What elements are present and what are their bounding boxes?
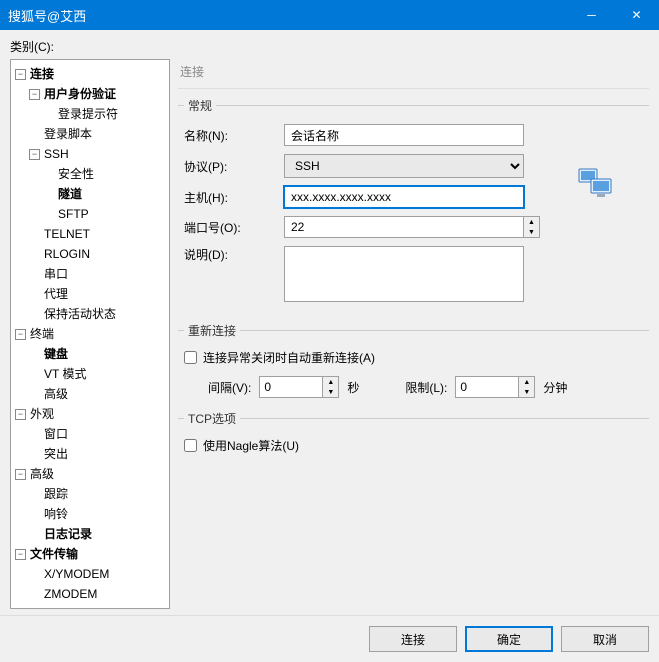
tree-security[interactable]: 安全性: [58, 164, 94, 184]
tree-vt-mode[interactable]: VT 模式: [44, 364, 86, 384]
interval-label: 间隔(V):: [208, 379, 251, 396]
tree-keep-alive[interactable]: 保持活动状态: [44, 304, 116, 324]
desc-label: 说明(D):: [184, 246, 284, 263]
tree-advanced[interactable]: 高级: [30, 464, 54, 484]
tree-advanced-term[interactable]: 高级: [44, 384, 68, 404]
spin-down-icon[interactable]: ▼: [323, 387, 338, 397]
interval-input[interactable]: [259, 376, 323, 398]
tree-keyboard[interactable]: 键盘: [44, 344, 68, 364]
computers-icon: [577, 167, 613, 202]
tcp-group: TCP选项 使用Nagle算法(U): [178, 410, 649, 470]
general-group: 常规 名称(N): 协议(P): SSH 主机(H): 端口号(O):: [178, 97, 649, 316]
port-label: 端口号(O):: [184, 219, 284, 236]
spin-up-icon[interactable]: ▲: [323, 377, 338, 387]
tree-login-prompt[interactable]: 登录提示符: [58, 104, 118, 124]
category-tree[interactable]: −连接 −用户身份验证 登录提示符 登录脚本 −SSH 安全性: [10, 59, 170, 609]
tree-rlogin[interactable]: RLOGIN: [44, 244, 90, 264]
collapse-icon[interactable]: −: [15, 69, 26, 80]
auto-reconnect-checkbox[interactable]: [184, 351, 197, 364]
collapse-icon[interactable]: −: [15, 469, 26, 480]
reconnect-group: 重新连接 连接异常关闭时自动重新连接(A) 间隔(V): ▲▼ 秒 限制(L):: [178, 322, 649, 404]
protocol-label: 协议(P):: [184, 158, 284, 175]
tree-connection[interactable]: 连接: [30, 64, 54, 84]
spin-up-icon[interactable]: ▲: [519, 377, 534, 387]
titlebar: 搜狐号@艾西 ─ ✕: [0, 0, 659, 30]
category-label: 类别(C):: [0, 30, 659, 59]
nagle-checkbox[interactable]: [184, 439, 197, 452]
cancel-button[interactable]: 取消: [561, 626, 649, 652]
breadcrumb: 连接: [178, 59, 649, 89]
collapse-icon[interactable]: −: [15, 409, 26, 420]
tree-xymodem[interactable]: X/YMODEM: [44, 564, 109, 584]
collapse-icon[interactable]: −: [29, 89, 40, 100]
tree-user-auth[interactable]: 用户身份验证: [44, 84, 116, 104]
tree-telnet[interactable]: TELNET: [44, 224, 90, 244]
host-label: 主机(H):: [184, 189, 284, 206]
tree-trace[interactable]: 跟踪: [44, 484, 68, 504]
tree-appearance[interactable]: 外观: [30, 404, 54, 424]
window-title: 搜狐号@艾西: [8, 6, 569, 25]
tree-log[interactable]: 日志记录: [44, 524, 92, 544]
tree-sftp[interactable]: SFTP: [58, 204, 89, 224]
dialog-footer: 连接 确定 取消: [0, 615, 659, 662]
limit-label: 限制(L):: [405, 379, 447, 396]
min-label: 分钟: [543, 379, 567, 396]
tree-login-script[interactable]: 登录脚本: [44, 124, 92, 144]
tree-tunnel[interactable]: 隧道: [58, 184, 82, 204]
connect-button[interactable]: 连接: [369, 626, 457, 652]
spin-down-icon[interactable]: ▼: [524, 227, 539, 237]
spin-up-icon[interactable]: ▲: [524, 217, 539, 227]
collapse-icon[interactable]: −: [29, 149, 40, 160]
tree-file-transfer[interactable]: 文件传输: [30, 544, 78, 564]
spin-down-icon[interactable]: ▼: [519, 387, 534, 397]
protocol-select[interactable]: SSH: [284, 154, 524, 178]
ok-button[interactable]: 确定: [465, 626, 553, 652]
general-legend: 常规: [184, 97, 216, 114]
minimize-button[interactable]: ─: [569, 0, 614, 30]
tree-ssh[interactable]: SSH: [44, 144, 69, 164]
tree-window[interactable]: 窗口: [44, 424, 68, 444]
tcp-legend: TCP选项: [184, 410, 240, 427]
close-button[interactable]: ✕: [614, 0, 659, 30]
desc-textarea[interactable]: [284, 246, 524, 302]
tree-serial[interactable]: 串口: [44, 264, 68, 284]
reconnect-legend: 重新连接: [184, 322, 240, 339]
port-input[interactable]: [284, 216, 524, 238]
limit-input[interactable]: [455, 376, 519, 398]
collapse-icon[interactable]: −: [15, 549, 26, 560]
name-input[interactable]: [284, 124, 524, 146]
nagle-label: 使用Nagle算法(U): [203, 437, 299, 454]
tree-highlight[interactable]: 突出: [44, 444, 68, 464]
tree-terminal[interactable]: 终端: [30, 324, 54, 344]
sec-label: 秒: [347, 379, 359, 396]
tree-zmodem[interactable]: ZMODEM: [44, 584, 97, 604]
tree-bell[interactable]: 响铃: [44, 504, 68, 524]
collapse-icon[interactable]: −: [15, 329, 26, 340]
name-label: 名称(N):: [184, 127, 284, 144]
host-input[interactable]: [284, 186, 524, 208]
tree-proxy[interactable]: 代理: [44, 284, 68, 304]
auto-reconnect-label: 连接异常关闭时自动重新连接(A): [203, 349, 375, 366]
